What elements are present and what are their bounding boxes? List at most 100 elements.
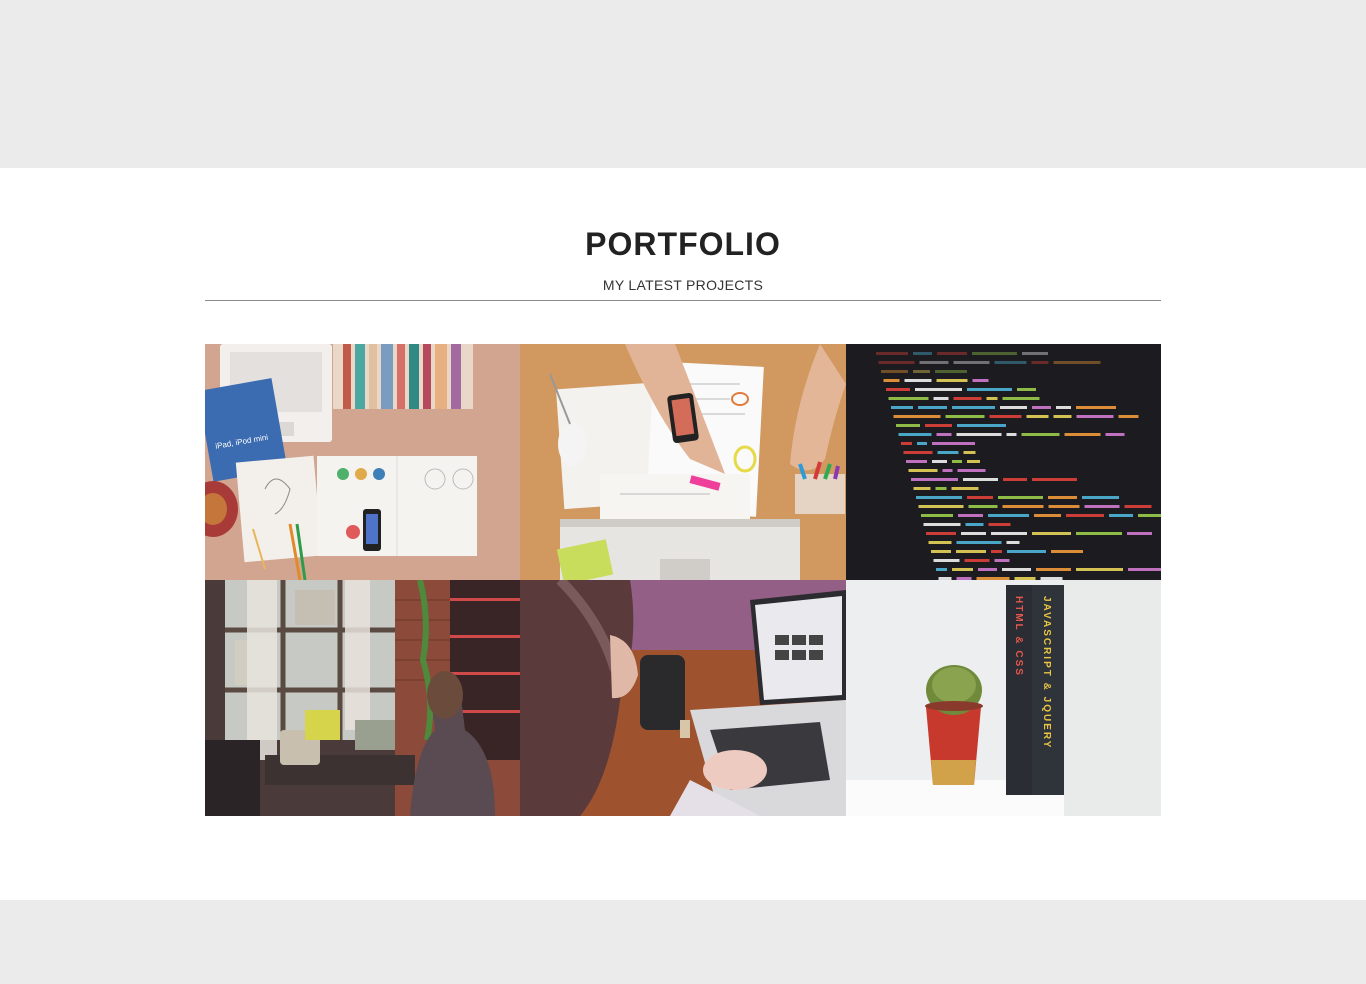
section-title: PORTFOLIO <box>585 226 781 262</box>
code-line-segment <box>1138 514 1161 517</box>
code-line-segment <box>931 550 951 553</box>
code-line-segment <box>916 496 962 499</box>
code-line-segment <box>1127 532 1152 535</box>
code-line-segment <box>952 568 973 571</box>
portfolio-item-code[interactable] <box>846 344 1161 580</box>
code-line-segment <box>1017 388 1036 391</box>
code-line-segment <box>1053 415 1072 418</box>
code-line-segment <box>994 361 1027 364</box>
window-image <box>205 580 520 816</box>
code-line-segment <box>891 406 913 409</box>
code-line-segment <box>994 559 1010 562</box>
code-line-segment <box>923 523 961 526</box>
code-line-segment <box>913 352 932 355</box>
code-line-segment <box>1084 505 1120 508</box>
code-line-segment <box>1118 415 1139 418</box>
desk-image: iPad, iPod mini <box>205 344 520 580</box>
code-line-segment <box>1002 568 1031 571</box>
code-line-segment <box>1007 550 1046 553</box>
portfolio-item-cactus[interactable]: HTML & CSS JAVASCRIPT & JQUERY <box>846 580 1161 816</box>
code-line-segment <box>957 469 986 472</box>
code-line-segment <box>1026 415 1049 418</box>
code-line-segment <box>967 496 993 499</box>
code-line-segment <box>886 388 910 391</box>
code-line-segment <box>991 532 1027 535</box>
code-line-segment <box>876 352 908 355</box>
code-line-segment <box>956 541 1002 544</box>
portfolio-item-coffee[interactable] <box>520 580 846 816</box>
code-line-segment <box>1053 361 1101 364</box>
code-line-segment <box>945 415 985 418</box>
code-line-segment <box>963 478 998 481</box>
code-line-segment <box>942 469 953 472</box>
code-line-segment <box>913 370 930 373</box>
code-line-segment <box>933 559 960 562</box>
code-line-segment <box>978 568 997 571</box>
code-line-segment <box>1002 397 1040 400</box>
code-line-segment <box>952 406 995 409</box>
code-line-segment <box>911 478 958 481</box>
code-line-segment <box>1076 406 1116 409</box>
code-line-segment <box>1076 415 1114 418</box>
code-line-segment <box>883 379 900 382</box>
code-line-segment <box>1066 514 1104 517</box>
code-line-segment <box>896 424 920 427</box>
code-line-segment <box>963 451 976 454</box>
code-line-segment <box>967 460 980 463</box>
code-line-segment <box>893 415 941 418</box>
code-line-segment <box>972 352 1017 355</box>
code-line-segment <box>1076 568 1123 571</box>
code-line-segment <box>1064 433 1101 436</box>
code-line-segment <box>957 424 1006 427</box>
code-line-segment <box>956 433 1002 436</box>
code-line-segment <box>951 487 979 490</box>
code-line-segment <box>991 550 1002 553</box>
code-line-segment <box>921 514 953 517</box>
code-line-segment <box>1032 532 1071 535</box>
portfolio-item-wireframes[interactable] <box>520 344 846 580</box>
code-line-segment <box>926 532 956 535</box>
code-line-segment <box>888 397 929 400</box>
portfolio-item-window[interactable] <box>205 580 520 816</box>
code-line-segment <box>925 424 952 427</box>
code-line-segment <box>1048 496 1077 499</box>
book-html-css-title: HTML & CSS <box>1013 596 1024 677</box>
book-javascript-title: JAVASCRIPT & JQUERY <box>1041 596 1052 749</box>
code-line-segment <box>935 487 947 490</box>
code-line-segment <box>961 532 986 535</box>
code-image <box>846 344 1161 580</box>
code-line-segment <box>964 559 990 562</box>
code-line-segment <box>1048 505 1080 508</box>
code-line-segment <box>988 514 1029 517</box>
code-line-segment <box>1000 406 1027 409</box>
bottom-band <box>0 900 1366 984</box>
code-line-segment <box>1082 496 1119 499</box>
code-line-segment <box>953 397 982 400</box>
code-line-segment <box>917 442 927 445</box>
code-line-segment <box>986 397 998 400</box>
portfolio-item-desk[interactable]: iPad, iPod mini <box>205 344 520 580</box>
code-line-segment <box>998 496 1043 499</box>
code-line-segment <box>1109 514 1133 517</box>
code-line-segment <box>918 505 964 508</box>
code-line-segment <box>908 469 938 472</box>
code-line-segment <box>1036 568 1071 571</box>
code-line-segment <box>1021 433 1060 436</box>
code-line-segment <box>972 379 989 382</box>
code-line-segment <box>1124 505 1152 508</box>
code-line-segment <box>1076 532 1122 535</box>
code-line-segment <box>953 361 990 364</box>
code-line-segment <box>932 442 975 445</box>
code-line-segment <box>937 451 959 454</box>
code-line-segment <box>898 433 932 436</box>
code-line-segment <box>1022 352 1048 355</box>
code-line-segment <box>1002 505 1044 508</box>
code-line-segment <box>988 523 1011 526</box>
code-line-segment <box>904 379 932 382</box>
code-line-segment <box>989 415 1022 418</box>
wireframes-image <box>520 344 846 580</box>
code-line-segment <box>1051 550 1083 553</box>
code-line-segment <box>903 451 933 454</box>
section-subtitle: MY LATEST PROJECTS <box>602 277 764 293</box>
portfolio-grid: iPad, iPod mini HTML & CSS JAVASCRIPT & … <box>205 344 1161 816</box>
